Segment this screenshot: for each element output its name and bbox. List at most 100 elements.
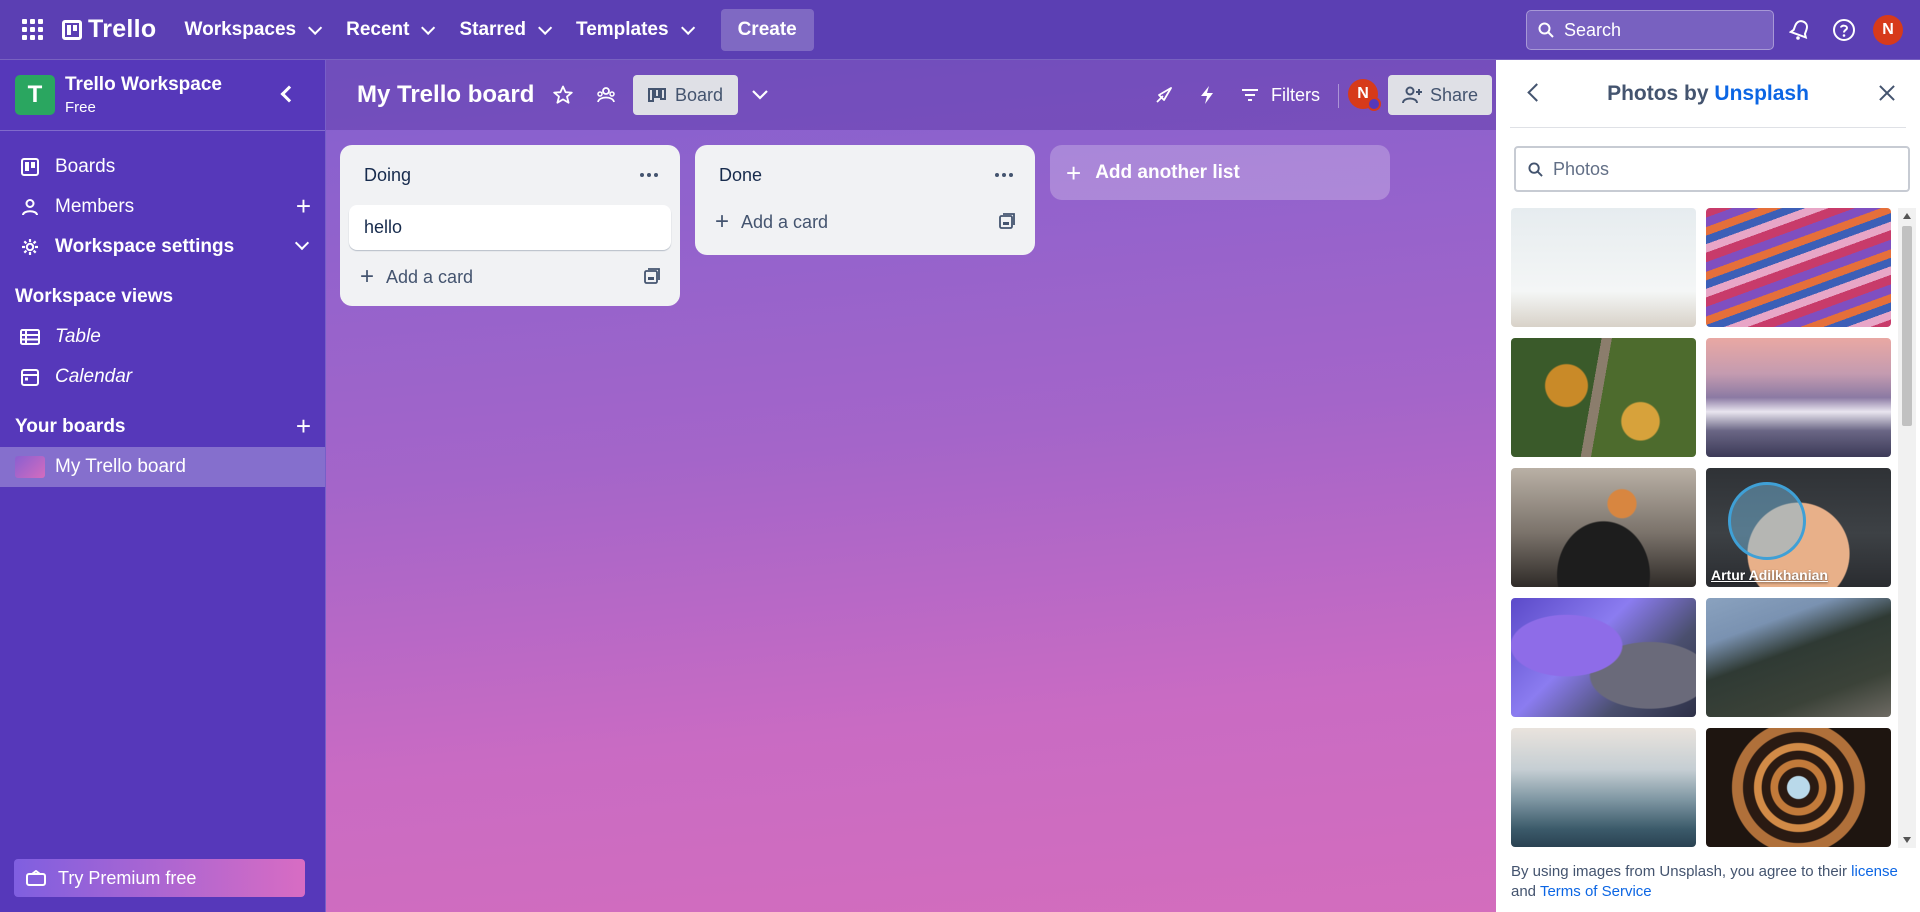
photo-search-input[interactable]: Photos [1514,146,1910,192]
photo-thumbnail[interactable] [1706,728,1891,847]
photo-grid-scrollbar[interactable] [1898,208,1916,848]
board-view-label: Board [675,84,724,105]
primary-nav: Workspaces Recent Starred Templates [171,10,705,50]
photo-thumbnail-hovered[interactable]: Artur Adilkhanian [1706,468,1891,587]
card-template-icon[interactable] [644,268,660,289]
sidebar-item-calendar[interactable]: Calendar [0,357,325,397]
share-icon [1402,86,1422,104]
share-button[interactable]: Share [1388,75,1493,115]
chevron-down-icon [680,20,695,35]
app-switcher-icon[interactable] [18,16,46,44]
logo-text: Trello [88,15,157,43]
list-menu-icon[interactable] [995,173,1013,177]
board-member-avatar[interactable]: N [1348,79,1381,111]
nav-recent-label: Recent [346,18,410,40]
top-navigation-bar: Trello Workspaces Recent Starred Templat… [0,0,1920,60]
automation-icon[interactable] [1192,80,1222,110]
board-canvas: My Trello board Board Filters N Share Do… [326,60,1496,912]
card[interactable]: hello [349,205,671,250]
sidebar-item-my-trello-board[interactable]: My Trello board [0,447,325,487]
gear-icon [20,237,40,257]
create-button[interactable]: Create [720,8,814,51]
add-card-label: Add a card [741,211,829,232]
search-input[interactable]: Search [1526,10,1774,50]
unsplash-link[interactable]: Unsplash [1714,82,1809,105]
workspace-sidebar: T Trello Workspace Free Boards Members +… [0,60,326,912]
help-icon[interactable] [1829,15,1859,45]
list-header[interactable]: Doing [340,145,680,205]
photo-thumbnail[interactable] [1511,728,1696,847]
photo-thumbnail[interactable] [1511,598,1696,717]
trello-logo[interactable]: Trello [62,10,157,50]
sidebar-item-members[interactable]: Members + [0,187,325,227]
license-link[interactable]: license [1851,863,1898,880]
close-icon[interactable] [1876,82,1898,104]
visibility-icon[interactable] [591,80,621,110]
photo-thumbnail[interactable] [1706,338,1891,457]
list-header[interactable]: Done [695,145,1035,205]
board-view-icon [648,88,666,102]
collapse-sidebar-icon[interactable] [280,85,298,103]
nav-starred[interactable]: Starred [445,10,562,50]
boards-icon [20,157,40,177]
plus-icon: + [715,208,730,235]
photo-thumbnail[interactable] [1511,208,1696,327]
plus-icon: + [1066,157,1082,188]
nav-workspaces-label: Workspaces [184,18,297,40]
scroll-down-arrow-icon[interactable] [1903,837,1911,843]
sidebar-item-label: My Trello board [55,456,186,477]
terms-of-service-link[interactable]: Terms of Service [1540,883,1652,900]
board-title[interactable]: My Trello board [357,81,534,109]
power-ups-icon[interactable] [1149,80,1179,110]
unsplash-terms-notice: By using images from Unsplash, you agree… [1511,862,1911,902]
nav-templates[interactable]: Templates [562,10,705,50]
scrollbar-thumb[interactable] [1902,226,1912,426]
background-photos-panel: Photos by Unsplash Photos Artur Adilkhan… [1496,60,1920,912]
photo-thumbnail[interactable] [1706,208,1891,327]
panel-title-prefix: Photos by [1607,81,1715,105]
board-thumbnail [15,456,45,478]
filters-label: Filters [1271,84,1320,105]
photo-thumbnail[interactable] [1706,598,1891,717]
back-arrow-icon[interactable] [1527,83,1546,102]
board-view-button[interactable]: Board [633,75,739,115]
list-title[interactable]: Done [719,165,762,186]
terms-prefix: By using images from Unsplash, you agree… [1511,863,1852,880]
chevron-down-icon[interactable] [294,235,310,251]
filter-icon [1242,89,1258,101]
card-template-icon[interactable] [999,213,1015,234]
filters-button[interactable]: Filters [1241,80,1320,110]
list-title[interactable]: Doing [364,165,411,186]
add-card-button[interactable]: + Add a card [340,254,680,300]
sidebar-item-boards[interactable]: Boards [0,147,325,187]
photo-thumbnail[interactable] [1511,468,1696,587]
workspace-header: T Trello Workspace Free [0,60,325,131]
try-premium-button[interactable]: Try Premium free [14,859,305,897]
star-icon[interactable] [548,80,578,110]
person-icon [20,197,40,217]
terms-and: and [1511,883,1540,900]
photo-thumbnail[interactable] [1511,338,1696,457]
your-boards-label: Your boards [15,416,126,437]
list-doing: Doing hello + Add a card [340,145,680,306]
scroll-up-arrow-icon[interactable] [1903,213,1911,219]
nav-recent[interactable]: Recent [332,10,445,50]
chevron-down-icon [538,20,553,35]
account-avatar[interactable]: N [1873,15,1903,45]
notifications-icon[interactable] [1785,15,1815,45]
add-card-button[interactable]: + Add a card [695,199,1035,245]
sidebar-item-label: Calendar [55,366,133,387]
plus-icon: + [360,263,375,290]
add-board-icon[interactable]: + [296,413,311,439]
board-header: My Trello board Board Filters N Share [326,60,1496,130]
add-another-list-button[interactable]: + Add another list [1050,145,1390,200]
workspace-name[interactable]: Trello Workspace [65,74,222,96]
nav-workspaces[interactable]: Workspaces [171,10,333,50]
workspace-logo[interactable]: T [15,75,55,115]
sidebar-item-workspace-settings[interactable]: Workspace settings [0,227,325,267]
chevron-down-icon[interactable] [745,80,775,110]
sidebar-item-table[interactable]: Table [0,317,325,357]
photo-credit-link[interactable]: Artur Adilkhanian [1711,567,1828,583]
add-member-icon[interactable]: + [296,193,311,219]
list-menu-icon[interactable] [640,173,658,177]
